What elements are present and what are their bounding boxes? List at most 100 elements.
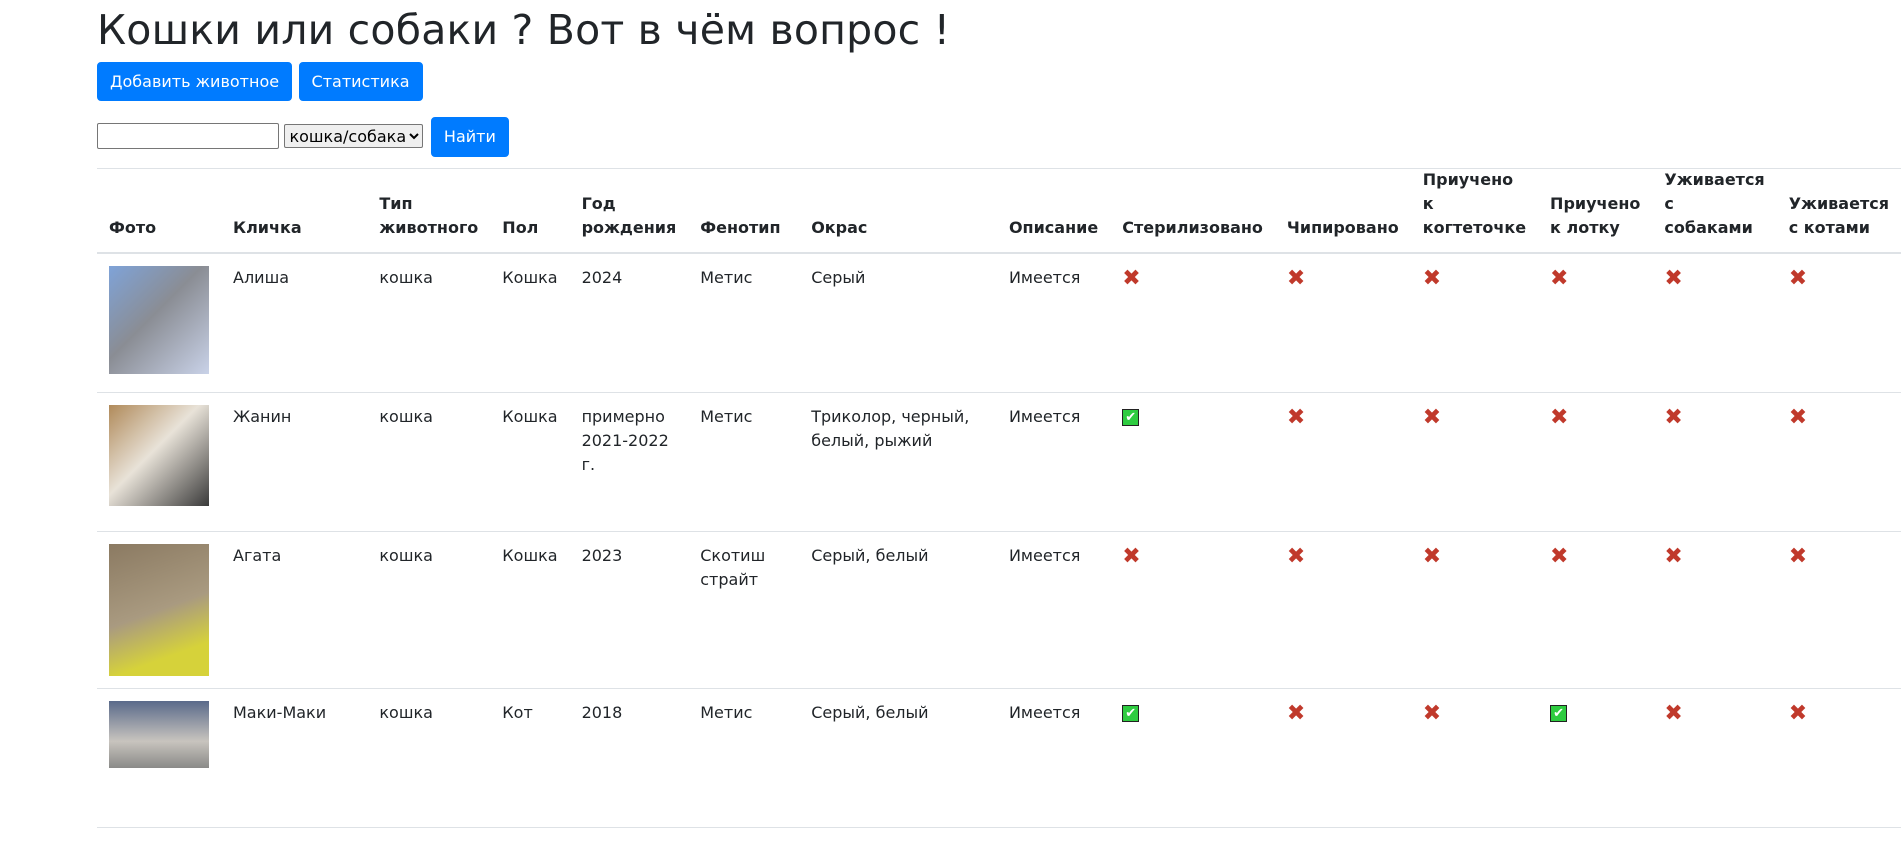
chipped-cell: ✖ xyxy=(1274,253,1411,393)
cross-icon: ✖ xyxy=(1122,543,1141,569)
cross-icon: ✖ xyxy=(1122,266,1141,291)
with-cats-cell: ✖ xyxy=(1776,531,1901,689)
cross-icon: ✖ xyxy=(1664,700,1683,726)
cross-icon: ✖ xyxy=(1550,404,1569,430)
with-dogs-cell: ✖ xyxy=(1652,531,1777,689)
photo-cell xyxy=(97,531,221,689)
year-cell: примерно 2021-2022 г. xyxy=(569,392,689,532)
table-row: Жанин кошка Кошка примерно 2021-2022 г. … xyxy=(97,392,1901,532)
cross-icon: ✖ xyxy=(1286,543,1306,569)
cross-icon: ✖ xyxy=(1286,700,1306,726)
sterilized-cell: ✖ xyxy=(1110,531,1275,689)
cross-icon: ✖ xyxy=(1664,543,1683,569)
cross-icon: ✖ xyxy=(1422,543,1442,569)
name-cell: Алиша xyxy=(221,253,368,393)
name-cell: Жанин xyxy=(221,392,368,532)
chipped-cell: ✖ xyxy=(1274,688,1411,828)
photo-cell xyxy=(97,392,221,532)
sterilized-cell: ✔ xyxy=(1110,688,1275,828)
col-birth-year: Год рождения xyxy=(569,168,689,254)
cross-icon: ✖ xyxy=(1664,404,1683,430)
table-row: Агата кошка Кошка 2023 Скотиш страйт Сер… xyxy=(97,531,1901,689)
search-form: кошка/собака Найти xyxy=(97,117,1901,158)
add-animal-button[interactable]: Добавить животное xyxy=(97,62,293,102)
col-type: Тип животного xyxy=(367,168,491,254)
cat-photo[interactable] xyxy=(109,266,209,374)
phenotype-cell: Метис xyxy=(688,392,800,532)
with-dogs-cell: ✖ xyxy=(1652,392,1777,532)
col-litter: Приучено к лотку xyxy=(1538,168,1653,254)
with-cats-cell: ✖ xyxy=(1776,688,1901,828)
type-cell: кошка xyxy=(367,688,491,828)
name-cell: Маки-Маки xyxy=(221,688,368,828)
toolbar: Добавить животное Статистика xyxy=(97,62,1901,102)
chipped-cell: ✖ xyxy=(1274,531,1411,689)
with-cats-cell: ✖ xyxy=(1776,253,1901,393)
scratching-post-cell: ✖ xyxy=(1410,688,1539,828)
color-cell: Серый xyxy=(799,253,997,393)
col-photo: Фото xyxy=(97,168,221,254)
cross-icon: ✖ xyxy=(1664,266,1683,291)
with-cats-cell: ✖ xyxy=(1776,392,1901,532)
sterilized-cell: ✖ xyxy=(1110,253,1275,393)
cross-icon: ✖ xyxy=(1788,404,1808,430)
cat-photo[interactable] xyxy=(109,404,209,506)
cat-photo[interactable] xyxy=(109,700,209,768)
litter-cell: ✖ xyxy=(1538,253,1653,393)
check-icon: ✔ xyxy=(1550,704,1568,722)
litter-cell: ✖ xyxy=(1538,531,1653,689)
cross-icon: ✖ xyxy=(1788,700,1808,726)
search-input[interactable] xyxy=(97,123,279,150)
col-with-dogs: Уживается с собаками xyxy=(1652,168,1777,254)
table-row: Алиша кошка Кошка 2024 Метис Серый Имеет… xyxy=(97,253,1901,393)
phenotype-cell: Метис xyxy=(688,253,800,393)
sex-cell: Кошка xyxy=(490,253,570,393)
cross-icon: ✖ xyxy=(1788,543,1808,569)
litter-cell: ✔ xyxy=(1538,688,1653,828)
sex-cell: Кошка xyxy=(490,392,570,532)
col-description: Описание xyxy=(996,168,1111,254)
phenotype-cell: Метис xyxy=(688,688,800,828)
description-cell: Имеется xyxy=(996,531,1111,689)
col-name: Кличка xyxy=(221,168,368,254)
search-button[interactable]: Найти xyxy=(430,117,509,158)
animal-type-select[interactable]: кошка/собака xyxy=(284,124,424,149)
table-row: Маки-Маки кошка Кот 2018 Метис Серый, бе… xyxy=(97,688,1901,828)
cross-icon: ✖ xyxy=(1286,404,1306,430)
cross-icon: ✖ xyxy=(1550,543,1569,569)
statistics-button[interactable]: Статистика xyxy=(298,62,423,102)
page-title: Кошки или собаки ? Вот в чём вопрос ! xyxy=(97,6,951,54)
litter-cell: ✖ xyxy=(1538,392,1653,532)
photo-cell xyxy=(97,253,221,393)
cross-icon: ✖ xyxy=(1422,266,1442,291)
type-cell: кошка xyxy=(367,253,491,393)
sex-cell: Кошка xyxy=(490,531,570,689)
name-cell: Агата xyxy=(221,531,368,689)
description-cell: Имеется xyxy=(996,392,1111,532)
scratching-post-cell: ✖ xyxy=(1410,392,1539,532)
type-cell: кошка xyxy=(367,531,491,689)
cross-icon: ✖ xyxy=(1422,700,1442,726)
type-cell: кошка xyxy=(367,392,491,532)
col-chipped: Чипировано xyxy=(1274,168,1411,254)
cat-photo[interactable] xyxy=(109,543,209,676)
color-cell: Триколор, черный, белый, рыжий xyxy=(799,392,997,532)
table-header-row: Фото Кличка Тип животного Пол Год рожден… xyxy=(97,168,1901,254)
color-cell: Серый, белый xyxy=(799,531,997,689)
check-icon: ✔ xyxy=(1122,408,1140,426)
description-cell: Имеется xyxy=(996,253,1111,393)
check-icon: ✔ xyxy=(1122,704,1140,722)
page-container: Кошки или собаки ? Вот в чём вопрос ! До… xyxy=(97,0,1901,828)
cross-icon: ✖ xyxy=(1422,404,1442,430)
col-with-cats: Уживается с котами xyxy=(1776,168,1901,254)
col-phenotype: Фенотип xyxy=(688,168,800,254)
animals-table: Фото Кличка Тип животного Пол Год рожден… xyxy=(97,168,1901,828)
cross-icon: ✖ xyxy=(1286,266,1306,291)
sterilized-cell: ✔ xyxy=(1110,392,1275,532)
photo-cell xyxy=(97,688,221,828)
col-scratching-post: Приучено к когтеточке xyxy=(1410,168,1539,254)
sex-cell: Кот xyxy=(490,688,570,828)
col-sex: Пол xyxy=(490,168,570,254)
col-color: Окрас xyxy=(799,168,997,254)
year-cell: 2024 xyxy=(569,253,689,393)
